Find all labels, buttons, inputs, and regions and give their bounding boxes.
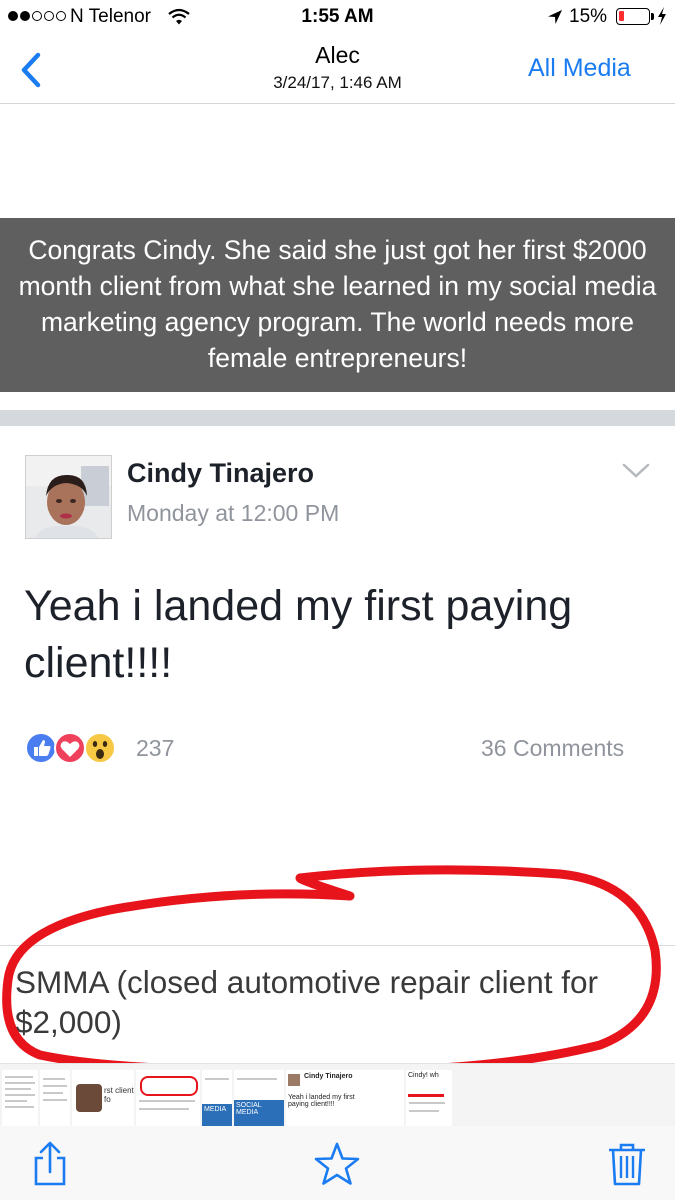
status-bar: N Telenor 1:55 AM 15% <box>0 0 675 36</box>
thumbnail[interactable]: Cindy Tinajero Yeah i landed my first pa… <box>286 1070 404 1126</box>
trash-icon[interactable] <box>603 1140 651 1188</box>
battery-nub <box>651 13 654 20</box>
thumbnail-author: Cindy Tinajero <box>304 1073 353 1080</box>
thumbnail[interactable] <box>136 1070 200 1126</box>
star-icon[interactable] <box>313 1140 361 1188</box>
thumbnail[interactable]: MEDIA <box>202 1070 232 1126</box>
battery-icon <box>616 8 650 25</box>
charging-bolt-icon <box>658 7 666 25</box>
bottom-toolbar <box>0 1126 675 1200</box>
like-icon <box>25 732 57 764</box>
thumbnail[interactable]: SOCIAL MEDIA <box>234 1070 284 1126</box>
share-icon[interactable] <box>26 1140 74 1188</box>
reaction-count[interactable]: 237 <box>136 735 174 762</box>
battery-percent: 15% <box>569 6 608 27</box>
avatar <box>25 455 112 539</box>
location-arrow-icon <box>548 10 562 24</box>
thumbnail-label: MEDIA <box>202 1104 232 1126</box>
thumbnail-text: Cindy! wh <box>408 1072 439 1079</box>
thumbnail[interactable] <box>2 1070 38 1126</box>
love-icon <box>54 732 86 764</box>
wow-icon <box>84 732 116 764</box>
post-timestamp: Monday at 12:00 PM <box>127 500 340 526</box>
thumbnail[interactable]: Cindy! wh <box>406 1070 452 1126</box>
thumbnail-text: Yeah i landed my first paying client!!!! <box>288 1094 355 1108</box>
comments-count[interactable]: 36 Comments <box>481 735 624 762</box>
thumbnail[interactable]: rst client fo <box>72 1070 134 1126</box>
all-media-button[interactable]: All Media <box>528 54 631 83</box>
feed-separator <box>0 410 675 426</box>
nav-divider <box>0 103 675 104</box>
image-caption: Congrats Cindy. She said she just got he… <box>0 218 675 392</box>
red-circle-annotation <box>2 865 661 1076</box>
thumbnail-label: rst client fo <box>104 1086 134 1104</box>
chevron-down-icon[interactable] <box>622 462 650 480</box>
post-text: Yeah i landed my first paying client!!!! <box>24 582 573 687</box>
thumbnail-label: SOCIAL MEDIA <box>234 1100 284 1126</box>
thumbnail-strip[interactable]: rst client fo MEDIA SOCIAL MEDIA Cindy T… <box>0 1063 675 1126</box>
thumbnail[interactable] <box>40 1070 70 1126</box>
reaction-icons[interactable] <box>25 730 130 766</box>
post-author[interactable]: Cindy Tinajero <box>127 458 314 489</box>
